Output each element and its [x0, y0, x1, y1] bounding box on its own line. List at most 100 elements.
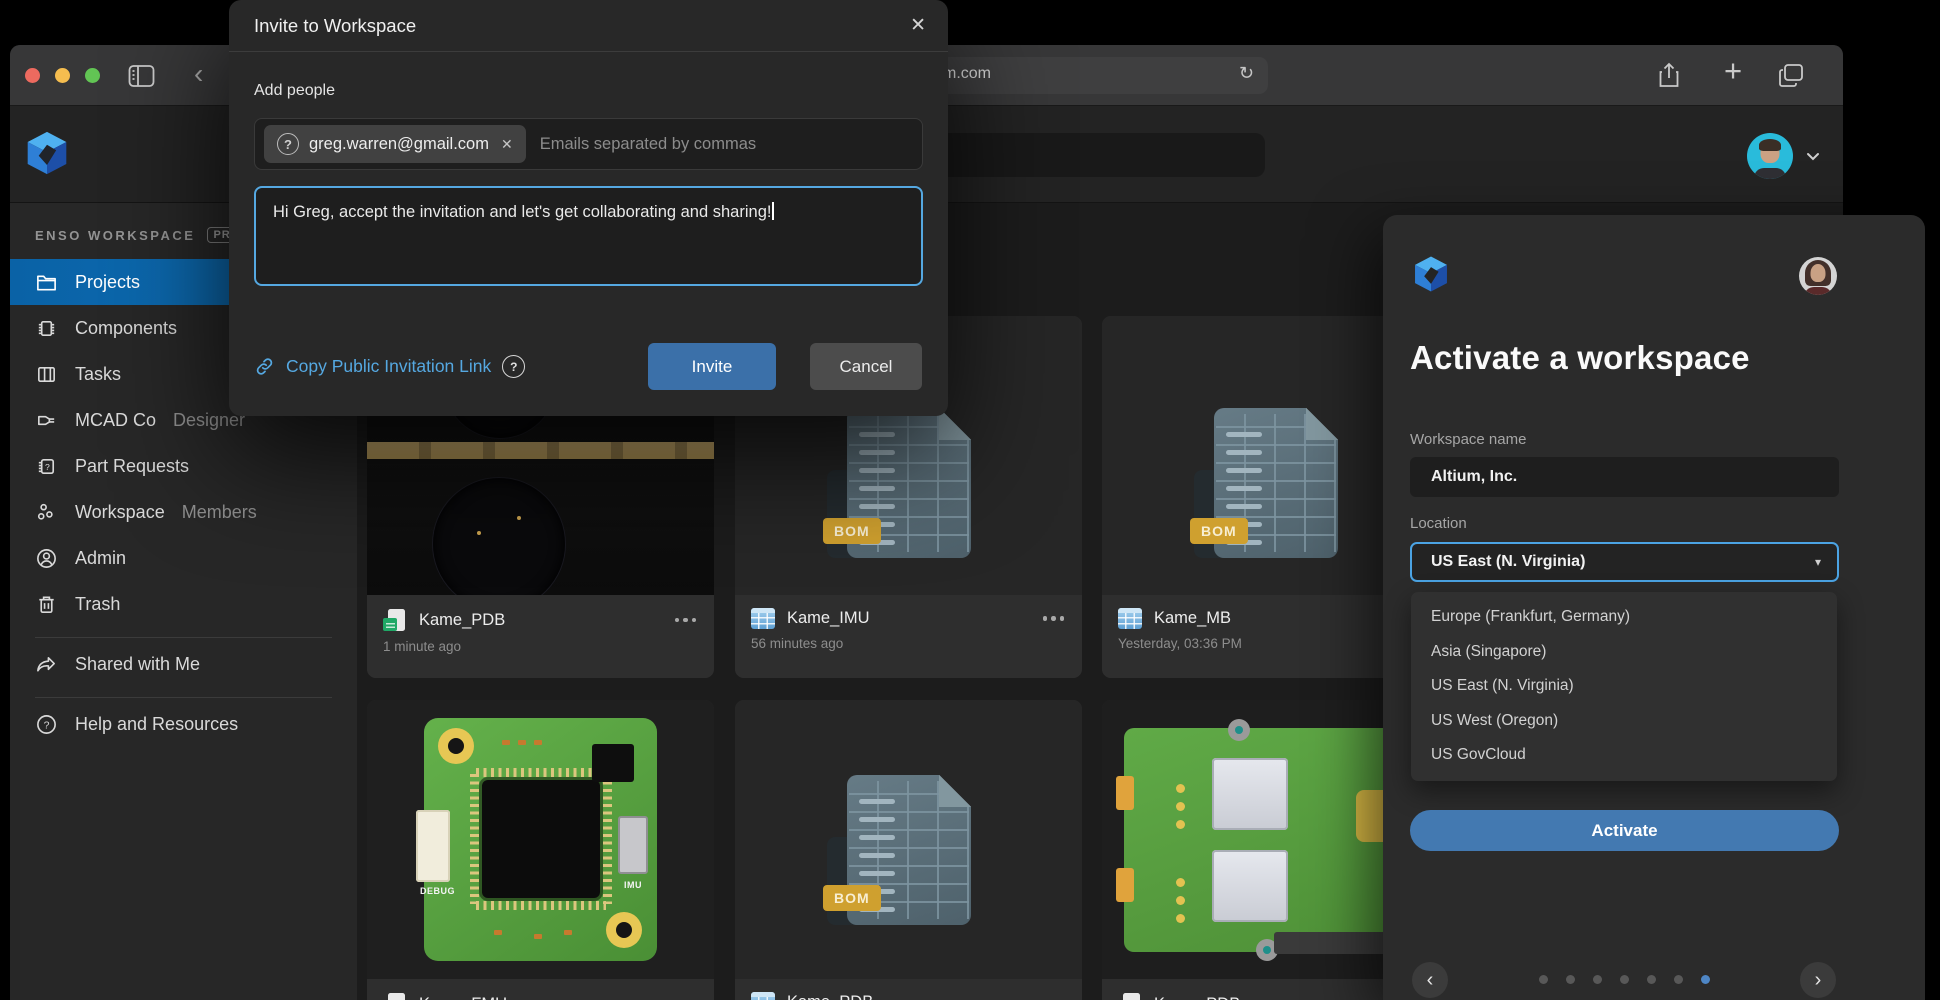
new-tab-icon[interactable]: + — [1724, 53, 1742, 89]
help-circle-icon[interactable]: ? — [502, 355, 525, 378]
bom-document-icon: BOM — [847, 775, 971, 925]
card-footer: Kame_IMU 56 minutes ago — [735, 595, 1082, 678]
card-footer: Kame_PDB — [735, 979, 1082, 1000]
add-people-label: Add people — [254, 82, 335, 100]
carousel-dot[interactable] — [1593, 975, 1602, 984]
brand-label: ENSO WORKSPACE — [35, 228, 195, 243]
sidebar-item-label: Part Requests — [75, 456, 189, 477]
invite-button[interactable]: Invite — [648, 343, 776, 390]
user-avatar[interactable] — [1747, 133, 1793, 179]
traffic-light-zoom[interactable] — [85, 68, 100, 83]
sidebar-item-shared-with-me[interactable]: Shared with Me — [10, 641, 357, 687]
pcb-strip-board — [367, 442, 714, 459]
sidebar-item-part-requests[interactable]: ? Part Requests — [10, 443, 357, 489]
chip-question-icon: ? — [35, 455, 58, 478]
sidebar-item-label: Help and Resources — [75, 714, 238, 735]
carousel-next-button[interactable]: › — [1800, 962, 1836, 998]
location-option[interactable]: Europe (Frankfurt, Germany) — [1411, 600, 1837, 635]
email-placeholder: Emails separated by commas — [540, 135, 756, 154]
project-card[interactable]: DEBUG IMU Kame_FMU — [367, 700, 714, 1000]
imu-label: IMU — [624, 880, 642, 890]
altium-logo — [24, 130, 70, 176]
plug-icon — [35, 409, 58, 432]
question-circle-icon: ? — [35, 713, 58, 736]
sidebar-item-trash[interactable]: Trash — [10, 581, 357, 627]
sidebar-item-admin[interactable]: Admin — [10, 535, 357, 581]
project-card[interactable]: BOM Kame_PDB — [735, 700, 1082, 1000]
bom-badge: BOM — [823, 518, 881, 544]
debug-label: DEBUG — [420, 886, 455, 896]
avatar-face — [1811, 264, 1826, 282]
cancel-button[interactable]: Cancel — [810, 343, 922, 390]
sidebar-item-label: Shared with Me — [75, 654, 200, 675]
text-caret — [772, 202, 774, 220]
card-menu-button[interactable] — [673, 996, 699, 1000]
caret-down-icon: ▾ — [1815, 544, 1821, 580]
panel-user-avatar[interactable] — [1799, 257, 1837, 295]
location-option[interactable]: US West (Oregon) — [1411, 704, 1837, 739]
folded-corner — [939, 775, 971, 807]
refresh-icon[interactable]: ↻ — [1239, 63, 1254, 84]
sidebar-item-label: Projects — [75, 272, 140, 293]
location-dropdown-menu: Europe (Frankfurt, Germany) Asia (Singap… — [1411, 592, 1837, 781]
location-selected-value: US East (N. Virginia) — [1431, 553, 1585, 570]
carousel-dot[interactable] — [1566, 975, 1575, 984]
desktop-background: ‹ m.com ↻ + — [0, 0, 1940, 1000]
project-timestamp: 56 minutes ago — [751, 636, 1066, 651]
sidebar-item-label: Workspace — [75, 502, 165, 523]
carousel-dot[interactable] — [1674, 975, 1683, 984]
project-file-icon-table — [751, 608, 775, 629]
relay-module — [1212, 850, 1288, 922]
card-menu-button[interactable] — [1041, 610, 1067, 627]
mounting-hole — [606, 912, 642, 948]
bom-badge: BOM — [823, 885, 881, 911]
location-select[interactable]: US East (N. Virginia) ▾ — [1410, 542, 1839, 582]
sidebar-toggle-icon[interactable] — [128, 64, 155, 88]
carousel-dots — [1410, 975, 1839, 984]
project-name: Kame_MB — [1154, 609, 1231, 628]
pcb-connector — [1116, 776, 1134, 810]
carousel-dot[interactable] — [1701, 975, 1710, 984]
people-icon — [35, 501, 58, 524]
pcb-dark-connector — [1274, 932, 1394, 954]
chevron-down-icon[interactable] — [1806, 152, 1820, 162]
copy-public-invitation-link[interactable]: Copy Public Invitation Link — [286, 356, 491, 377]
project-name: Kame_IMU — [787, 609, 870, 628]
sidebar-item-label: Trash — [75, 594, 120, 615]
svg-text:?: ? — [44, 719, 50, 731]
share-icon[interactable] — [1657, 62, 1681, 89]
screw — [1228, 719, 1250, 741]
email-chip[interactable]: ? greg.warren@gmail.com ✕ — [264, 125, 526, 163]
tab-overview-icon[interactable] — [1778, 63, 1804, 88]
avatar-shoulders — [1754, 168, 1786, 179]
sidebar-item-help[interactable]: ? Help and Resources — [10, 701, 357, 747]
card-footer: Kame_FMU — [367, 979, 714, 1000]
chip-icon — [35, 317, 58, 340]
relay-module — [1212, 758, 1288, 830]
card-menu-button[interactable] — [1041, 994, 1067, 1000]
back-button[interactable]: ‹ — [194, 56, 203, 92]
pcb-pad — [517, 516, 521, 520]
project-file-icon-table — [751, 992, 775, 1000]
close-icon[interactable]: ✕ — [910, 14, 926, 37]
carousel-dot[interactable] — [1539, 975, 1548, 984]
traffic-light-minimize[interactable] — [55, 68, 70, 83]
workspace-name-field[interactable]: Altium, Inc. — [1410, 457, 1839, 497]
sidebar-item-workspace-members[interactable]: Workspace Members — [10, 489, 357, 535]
location-option[interactable]: US GovCloud — [1411, 738, 1837, 773]
modal-header: Invite to Workspace ✕ — [229, 0, 948, 52]
invitation-message-textarea[interactable]: Hi Greg, accept the invitation and let's… — [254, 186, 923, 286]
email-field[interactable]: ? greg.warren@gmail.com ✕ Emails separat… — [254, 118, 923, 170]
card-menu-button[interactable] — [673, 612, 699, 629]
carousel-dot[interactable] — [1647, 975, 1656, 984]
project-name: Kame_PDB — [1154, 995, 1240, 1000]
carousel-dot[interactable] — [1620, 975, 1629, 984]
location-option[interactable]: US East (N. Virginia) — [1411, 669, 1837, 704]
invite-modal: Invite to Workspace ✕ Add people ? greg.… — [229, 0, 948, 416]
traffic-light-close[interactable] — [25, 68, 40, 83]
email-chip-text: greg.warren@gmail.com — [309, 135, 489, 154]
activate-button[interactable]: Activate — [1410, 810, 1839, 851]
location-option[interactable]: Asia (Singapore) — [1411, 635, 1837, 670]
pcb-pad — [477, 531, 481, 535]
remove-chip-icon[interactable]: ✕ — [501, 136, 513, 153]
